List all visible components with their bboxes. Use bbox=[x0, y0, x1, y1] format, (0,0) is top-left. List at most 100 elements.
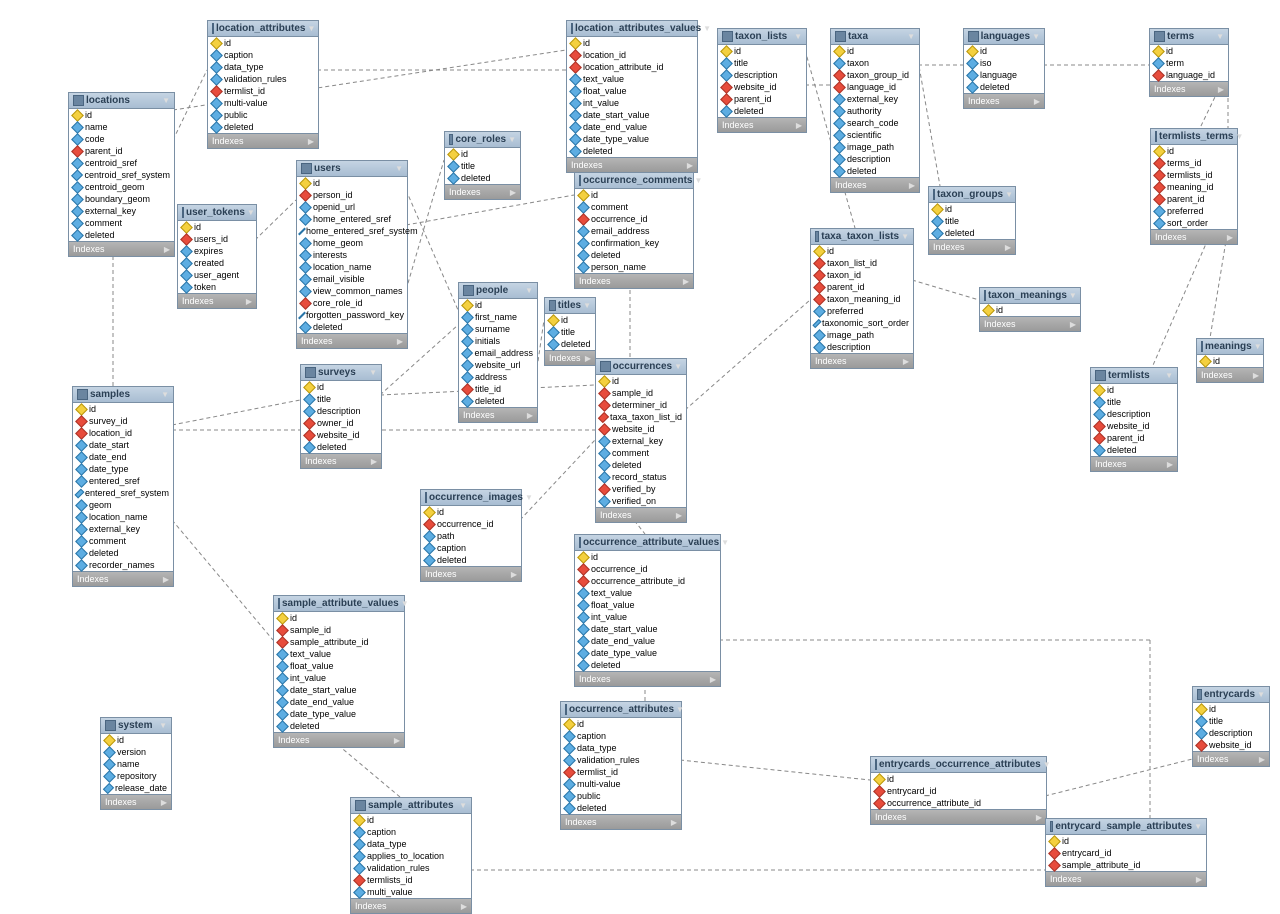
attribute-row[interactable]: parent_id bbox=[1151, 193, 1237, 205]
entity-taxon_meanings[interactable]: taxon_meanings▼idIndexes▶ bbox=[979, 287, 1081, 332]
attribute-row[interactable]: external_key bbox=[831, 93, 919, 105]
attribute-row[interactable]: taxon bbox=[831, 57, 919, 69]
attribute-row[interactable]: id bbox=[69, 109, 174, 121]
attribute-row[interactable]: date_end bbox=[73, 451, 173, 463]
attribute-row[interactable]: image_path bbox=[831, 141, 919, 153]
attribute-row[interactable]: text_value bbox=[567, 73, 697, 85]
attribute-row[interactable]: verified_by bbox=[596, 483, 686, 495]
entity-header[interactable]: location_attributes_values▼ bbox=[567, 21, 697, 37]
attribute-row[interactable]: deleted bbox=[545, 338, 595, 350]
entity-header[interactable]: samples▼ bbox=[73, 387, 173, 403]
attribute-row[interactable]: description bbox=[1091, 408, 1177, 420]
attribute-row[interactable]: float_value bbox=[575, 599, 720, 611]
attribute-row[interactable]: occurrence_id bbox=[575, 213, 693, 225]
attribute-row[interactable]: comment bbox=[73, 535, 173, 547]
entity-samples[interactable]: samples▼idsurvey_idlocation_iddate_start… bbox=[72, 386, 174, 587]
attribute-row[interactable]: id bbox=[964, 45, 1044, 57]
attribute-row[interactable]: deleted bbox=[1091, 444, 1177, 456]
entity-taxa[interactable]: taxa▼idtaxontaxon_group_idlanguage_idext… bbox=[830, 28, 920, 193]
attribute-row[interactable]: taxon_list_id bbox=[811, 257, 913, 269]
attribute-row[interactable]: date_type_value bbox=[274, 708, 404, 720]
attribute-row[interactable]: date_type_value bbox=[567, 133, 697, 145]
attribute-row[interactable]: id bbox=[351, 814, 471, 826]
indexes-footer[interactable]: Indexes▶ bbox=[101, 794, 171, 809]
attribute-row[interactable]: language_id bbox=[1150, 69, 1228, 81]
attribute-row[interactable]: openid_url bbox=[297, 201, 407, 213]
attribute-row[interactable]: centroid_sref bbox=[69, 157, 174, 169]
attribute-row[interactable]: centroid_geom bbox=[69, 181, 174, 193]
attribute-row[interactable]: multi-value bbox=[561, 778, 681, 790]
entity-header[interactable]: system▼ bbox=[101, 718, 171, 734]
attribute-row[interactable]: recorder_names bbox=[73, 559, 173, 571]
attribute-row[interactable]: id bbox=[101, 734, 171, 746]
indexes-footer[interactable]: Indexes▶ bbox=[964, 93, 1044, 108]
entity-header[interactable]: languages▼ bbox=[964, 29, 1044, 45]
attribute-row[interactable]: id bbox=[831, 45, 919, 57]
attribute-row[interactable]: id bbox=[274, 612, 404, 624]
attribute-row[interactable]: deleted bbox=[567, 145, 697, 157]
attribute-row[interactable]: termlists_id bbox=[351, 874, 471, 886]
attribute-row[interactable]: location_id bbox=[73, 427, 173, 439]
attribute-row[interactable]: id bbox=[445, 148, 520, 160]
attribute-row[interactable]: deleted bbox=[69, 229, 174, 241]
attribute-row[interactable]: forgotten_password_key bbox=[297, 309, 407, 321]
entity-occurrences[interactable]: occurrences▼idsample_iddeterminer_idtaxa… bbox=[595, 358, 687, 523]
entity-header[interactable]: entrycards_occurrence_attributes▼ bbox=[871, 757, 1046, 773]
attribute-row[interactable]: title bbox=[1193, 715, 1269, 727]
entity-titles[interactable]: titles▼idtitledeletedIndexes▶ bbox=[544, 297, 596, 366]
indexes-footer[interactable]: Indexes▶ bbox=[980, 316, 1080, 331]
attribute-row[interactable]: person_name bbox=[575, 261, 693, 273]
attribute-row[interactable]: title_id bbox=[459, 383, 537, 395]
attribute-row[interactable]: title bbox=[301, 393, 381, 405]
attribute-row[interactable]: id bbox=[459, 299, 537, 311]
attribute-row[interactable]: description bbox=[301, 405, 381, 417]
attribute-row[interactable]: confirmation_key bbox=[575, 237, 693, 249]
attribute-row[interactable]: deleted bbox=[964, 81, 1044, 93]
attribute-row[interactable]: geom bbox=[73, 499, 173, 511]
entity-header[interactable]: locations▼ bbox=[69, 93, 174, 109]
attribute-row[interactable]: date_type bbox=[73, 463, 173, 475]
entity-header[interactable]: occurrence_attribute_values▼ bbox=[575, 535, 720, 551]
attribute-row[interactable]: website_id bbox=[1091, 420, 1177, 432]
entity-header[interactable]: users▼ bbox=[297, 161, 407, 177]
attribute-row[interactable]: id bbox=[208, 37, 318, 49]
attribute-row[interactable]: taxa_taxon_list_id bbox=[596, 411, 686, 423]
attribute-row[interactable]: id bbox=[1193, 703, 1269, 715]
attribute-row[interactable]: caption bbox=[561, 730, 681, 742]
entity-termlists[interactable]: termlists▼idtitledescriptionwebsite_idpa… bbox=[1090, 367, 1178, 472]
attribute-row[interactable]: title bbox=[545, 326, 595, 338]
entity-header[interactable]: taxon_meanings▼ bbox=[980, 288, 1080, 304]
attribute-row[interactable]: deleted bbox=[831, 165, 919, 177]
entity-system[interactable]: system▼idversionnamerepositoryrelease_da… bbox=[100, 717, 172, 810]
attribute-row[interactable]: term bbox=[1150, 57, 1228, 69]
attribute-row[interactable]: website_id bbox=[718, 81, 806, 93]
indexes-footer[interactable]: Indexes▶ bbox=[445, 184, 520, 199]
attribute-row[interactable]: data_type bbox=[351, 838, 471, 850]
entity-languages[interactable]: languages▼idisolanguagedeletedIndexes▶ bbox=[963, 28, 1045, 109]
entity-occurrence_attribute_values[interactable]: occurrence_attribute_values▼idoccurrence… bbox=[574, 534, 721, 687]
attribute-row[interactable]: preferred bbox=[1151, 205, 1237, 217]
attribute-row[interactable]: deleted bbox=[718, 105, 806, 117]
attribute-row[interactable]: date_type_value bbox=[575, 647, 720, 659]
indexes-footer[interactable]: Indexes▶ bbox=[297, 333, 407, 348]
entity-header[interactable]: entrycard_sample_attributes▼ bbox=[1046, 819, 1206, 835]
attribute-row[interactable]: id bbox=[301, 381, 381, 393]
entity-occurrence_comments[interactable]: occurrence_comments▼idcommentoccurrence_… bbox=[574, 172, 694, 289]
attribute-row[interactable]: multi_value bbox=[351, 886, 471, 898]
attribute-row[interactable]: repository bbox=[101, 770, 171, 782]
attribute-row[interactable]: website_id bbox=[596, 423, 686, 435]
entity-occurrence_attributes[interactable]: occurrence_attributes▼idcaptiondata_type… bbox=[560, 701, 682, 830]
attribute-row[interactable]: occurrence_id bbox=[421, 518, 521, 530]
attribute-row[interactable]: path bbox=[421, 530, 521, 542]
attribute-row[interactable]: title bbox=[1091, 396, 1177, 408]
indexes-footer[interactable]: Indexes▶ bbox=[73, 571, 173, 586]
indexes-footer[interactable]: Indexes▶ bbox=[561, 814, 681, 829]
entity-header[interactable]: surveys▼ bbox=[301, 365, 381, 381]
attribute-row[interactable]: date_end_value bbox=[575, 635, 720, 647]
attribute-row[interactable]: users_id bbox=[178, 233, 256, 245]
attribute-row[interactable]: record_status bbox=[596, 471, 686, 483]
attribute-row[interactable]: int_value bbox=[274, 672, 404, 684]
indexes-footer[interactable]: Indexes▶ bbox=[575, 273, 693, 288]
attribute-row[interactable]: taxon_id bbox=[811, 269, 913, 281]
attribute-row[interactable]: deleted bbox=[208, 121, 318, 133]
